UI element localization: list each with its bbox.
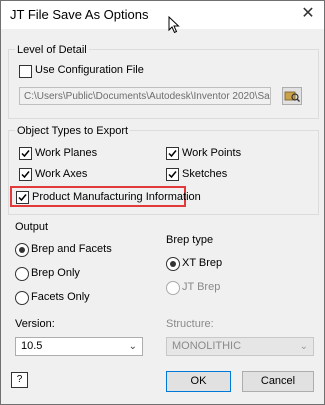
brep-and-facets-radio[interactable]: [15, 243, 29, 257]
checkmark-icon: [21, 150, 30, 158]
work-planes-label: Work Planes: [35, 147, 98, 159]
folder-browse-icon: [284, 91, 300, 102]
checkmark-icon: [21, 171, 30, 179]
sketches-checkbox[interactable]: [166, 168, 179, 181]
structure-select: MONOLITHIC ⌄: [166, 337, 314, 356]
browse-button[interactable]: [282, 87, 302, 105]
version-value: 10.5: [21, 340, 43, 352]
structure-value: MONOLITHIC: [172, 340, 242, 352]
work-axes-checkbox[interactable]: [19, 168, 32, 181]
mouse-cursor-icon: [168, 16, 180, 34]
brep-and-facets-label: Brep and Facets: [31, 243, 112, 255]
xt-brep-label: XT Brep: [182, 257, 223, 269]
level-of-detail-heading: Level of Detail: [15, 44, 89, 56]
level-of-detail-group: [8, 49, 319, 119]
dialog-window: JT File Save As Options ✕ Level of Detai…: [0, 0, 325, 405]
work-points-label: Work Points: [182, 147, 242, 159]
pmi-label: Product Manufacturing Information: [32, 191, 201, 203]
chevron-down-icon: ⌄: [128, 341, 137, 352]
checkmark-icon: [168, 171, 177, 179]
object-types-heading: Object Types to Export: [15, 125, 131, 137]
output-heading: Output: [15, 221, 49, 233]
version-label: Version:: [15, 318, 55, 330]
work-planes-checkbox[interactable]: [19, 147, 32, 160]
checkmark-icon: [168, 150, 177, 158]
pmi-checkbox[interactable]: [16, 191, 29, 204]
brep-type-heading: Brep type: [166, 234, 214, 246]
xt-brep-radio[interactable]: [166, 257, 180, 271]
ok-button[interactable]: OK: [166, 371, 231, 392]
dialog-title: JT File Save As Options: [10, 7, 149, 22]
close-icon[interactable]: ✕: [298, 4, 318, 24]
structure-label: Structure:: [166, 318, 214, 330]
work-axes-label: Work Axes: [35, 168, 88, 180]
title-bar: JT File Save As Options ✕: [1, 1, 324, 29]
config-file-path-field[interactable]: C:\Users\Public\Documents\Autodesk\Inven…: [19, 87, 271, 105]
facets-only-radio[interactable]: [15, 291, 29, 305]
work-points-checkbox[interactable]: [166, 147, 179, 160]
cancel-button[interactable]: Cancel: [242, 371, 314, 392]
sketches-label: Sketches: [182, 168, 228, 180]
brep-only-label: Brep Only: [31, 267, 80, 279]
facets-only-label: Facets Only: [31, 291, 90, 303]
jt-brep-label: JT Brep: [182, 281, 221, 293]
checkmark-icon: [18, 194, 27, 202]
version-select[interactable]: 10.5 ⌄: [15, 337, 143, 356]
brep-only-radio[interactable]: [15, 267, 29, 281]
help-icon: ?: [16, 374, 23, 385]
help-button[interactable]: ?: [11, 372, 28, 388]
use-config-checkbox[interactable]: [19, 65, 32, 78]
chevron-down-icon: ⌄: [299, 341, 308, 352]
jt-brep-radio: [166, 281, 180, 295]
use-config-label: Use Configuration File: [35, 64, 144, 76]
